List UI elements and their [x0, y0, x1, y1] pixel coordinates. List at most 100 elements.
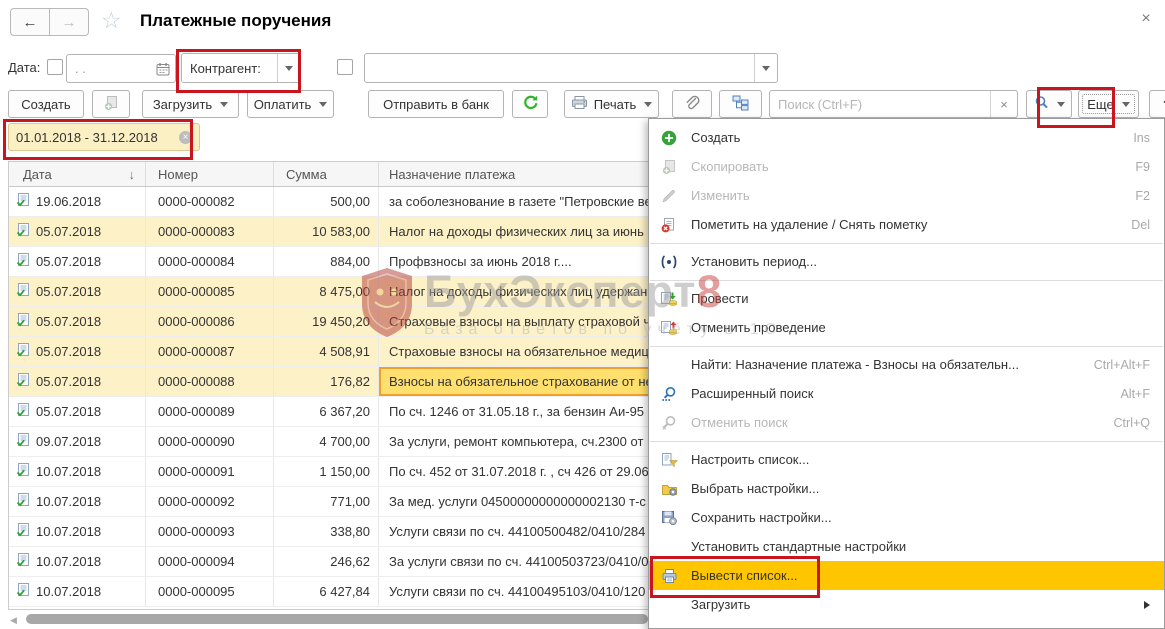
- clear-search-icon[interactable]: ×: [990, 91, 1017, 117]
- posted-document-icon: [16, 253, 30, 270]
- menu-item-set-period[interactable]: Установить период...: [649, 247, 1164, 276]
- chevron-down-icon: [319, 102, 327, 107]
- counterparty-label: Контрагент:: [190, 61, 261, 76]
- load-button[interactable]: Загрузить: [142, 90, 239, 118]
- menu-item-post[interactable]: Провести: [649, 284, 1164, 313]
- hierarchy-icon: [732, 95, 749, 114]
- pencil-icon: [659, 187, 679, 205]
- menu-item-create[interactable]: СоздатьIns: [649, 123, 1164, 152]
- counterparty-checkbox[interactable]: [337, 59, 353, 75]
- forward-arrow-icon: →: [62, 14, 77, 31]
- menu-item-unpost[interactable]: Отменить проведение: [649, 313, 1164, 342]
- posted-document-icon: [16, 373, 30, 390]
- structure-view-button[interactable]: [719, 90, 762, 118]
- posted-document-icon: [16, 283, 30, 300]
- calendar-icon[interactable]: [156, 62, 170, 76]
- menu-item-copy[interactable]: СкопироватьF9: [649, 152, 1164, 181]
- posted-document-icon: [16, 223, 30, 240]
- search-button[interactable]: [1026, 90, 1072, 118]
- menu-item-cancel-search[interactable]: Отменить поискCtrl+Q: [649, 408, 1164, 437]
- payment-orders-window: ← → ☆ Платежные поручения × Дата: . . Ко…: [0, 0, 1165, 629]
- history-nav: ← →: [10, 8, 89, 36]
- more-menu: СоздатьIns СкопироватьF9 ИзменитьF2 Поме…: [648, 118, 1165, 629]
- menu-item-choose-settings[interactable]: Выбрать настройки...: [649, 474, 1164, 503]
- save-settings-icon: [659, 509, 679, 527]
- sort-descending-icon: ↓: [129, 167, 136, 182]
- copy-button[interactable]: [92, 90, 130, 118]
- menu-separator: [649, 276, 1164, 284]
- search-input[interactable]: [770, 97, 990, 112]
- more-button[interactable]: Еще: [1078, 90, 1139, 118]
- back-arrow-icon: ←: [23, 14, 38, 31]
- period-filter-chip[interactable]: 01.01.2018 - 31.12.2018 ×: [8, 123, 200, 151]
- mark-deletion-icon: [659, 216, 679, 234]
- posted-document-icon: [16, 583, 30, 600]
- posted-document-icon: [16, 433, 30, 450]
- toolbar: Создать Загрузить Оплатить Отправить в б…: [8, 90, 1165, 118]
- period-icon: [659, 253, 679, 271]
- menu-item-find[interactable]: Найти: Назначение платежа - Взносы на об…: [649, 350, 1164, 379]
- paperclip-icon: [684, 95, 700, 114]
- column-header-number[interactable]: Номер: [146, 162, 274, 186]
- scroll-left-icon[interactable]: ◀: [10, 615, 17, 626]
- chevron-down-icon: [1122, 102, 1130, 107]
- attachments-button[interactable]: [672, 90, 712, 118]
- menu-item-save-settings[interactable]: Сохранить настройки...: [649, 503, 1164, 532]
- folder-settings-icon: [659, 480, 679, 498]
- forward-button[interactable]: →: [49, 8, 89, 36]
- counterparty-filter-dropdown[interactable]: Контрагент:: [181, 53, 301, 83]
- column-header-amount[interactable]: Сумма: [274, 162, 379, 186]
- menu-separator: [649, 239, 1164, 247]
- cancel-search-icon: [659, 414, 679, 432]
- menu-item-advanced-search[interactable]: Расширенный поискAlt+F: [649, 379, 1164, 408]
- chevron-down-icon[interactable]: [754, 54, 777, 82]
- menu-separator: [649, 342, 1164, 350]
- page-title: Платежные поручения: [140, 11, 331, 31]
- configure-list-icon: [659, 451, 679, 469]
- menu-item-standard-settings[interactable]: Установить стандартные настройки: [649, 532, 1164, 561]
- print-button[interactable]: Печать: [564, 90, 659, 118]
- post-document-icon: [659, 290, 679, 308]
- chevron-down-icon: [1057, 102, 1065, 107]
- no-icon: [659, 596, 679, 614]
- menu-item-print-list[interactable]: Вывести список...: [649, 561, 1164, 590]
- date-placeholder: . .: [75, 61, 86, 76]
- posted-document-icon: [16, 493, 30, 510]
- date-filter-checkbox[interactable]: [47, 59, 63, 75]
- menu-item-load[interactable]: Загрузить: [649, 590, 1164, 619]
- scrollbar-thumb[interactable]: [26, 614, 648, 624]
- chevron-down-icon: [644, 102, 652, 107]
- remove-period-filter-icon[interactable]: ×: [179, 131, 192, 144]
- posted-document-icon: [16, 343, 30, 360]
- menu-separator: [649, 437, 1164, 445]
- advanced-search-icon: [659, 385, 679, 403]
- date-filter-label: Дата:: [8, 60, 40, 75]
- favorite-star-icon[interactable]: ☆: [101, 7, 122, 34]
- search-box: ×: [769, 90, 1018, 118]
- create-icon: [659, 129, 679, 147]
- counterparty-value-combobox[interactable]: [364, 53, 778, 83]
- menu-item-edit[interactable]: ИзменитьF2: [649, 181, 1164, 210]
- refresh-button[interactable]: [512, 90, 548, 118]
- menu-item-mark-deletion[interactable]: Пометить на удаление / Снять пометкуDel: [649, 210, 1164, 239]
- printer-icon: [571, 95, 588, 113]
- pay-button[interactable]: Оплатить: [247, 90, 334, 118]
- close-icon[interactable]: ×: [1137, 10, 1155, 28]
- chevron-down-icon[interactable]: [277, 54, 300, 82]
- posted-document-icon: [16, 313, 30, 330]
- period-filter-text: 01.01.2018 - 31.12.2018: [16, 130, 158, 145]
- send-to-bank-button[interactable]: Отправить в банк: [368, 90, 504, 118]
- copy-document-icon: [659, 158, 679, 176]
- date-filter-input[interactable]: . .: [66, 54, 176, 83]
- create-button[interactable]: Создать: [8, 90, 84, 118]
- back-button[interactable]: ←: [10, 8, 50, 36]
- posted-document-icon: [16, 403, 30, 420]
- column-header-date[interactable]: Дата↓: [9, 162, 146, 186]
- unpost-document-icon: [659, 319, 679, 337]
- no-icon: [659, 356, 679, 374]
- posted-document-icon: [16, 463, 30, 480]
- menu-item-configure-list[interactable]: Настроить список...: [649, 445, 1164, 474]
- copy-document-icon: [103, 95, 119, 114]
- magnifier-icon: [1034, 95, 1049, 113]
- help-button[interactable]: ?: [1149, 90, 1165, 118]
